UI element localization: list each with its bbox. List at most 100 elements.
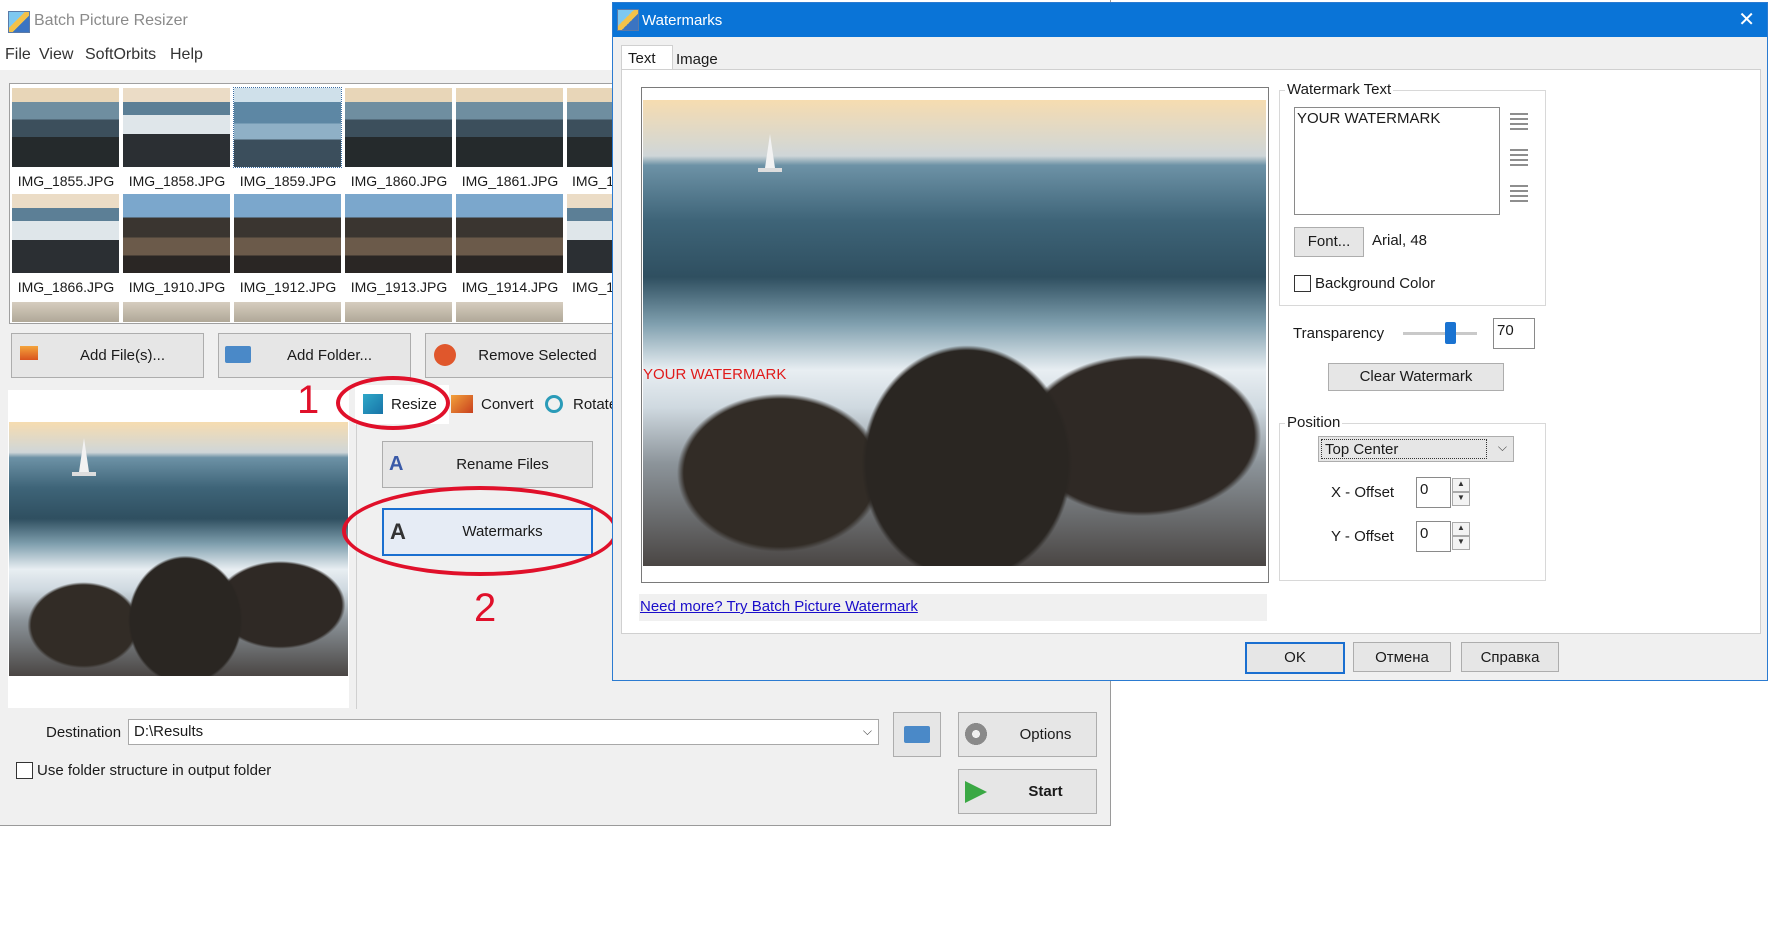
remove-selected-label: Remove Selected [478,347,597,364]
ok-button[interactable]: OK [1245,642,1345,674]
thumbnail-item[interactable]: IMG_1861.JPG [456,88,564,189]
options-label: Options [1019,726,1072,743]
x-offset-up-icon[interactable]: ▲ [1452,478,1470,492]
position-group-title: Position [1285,414,1343,431]
remove-icon [434,344,456,366]
remove-selected-button[interactable]: Remove Selected [425,333,614,378]
watermarks-button-highlight-ellipse [342,486,618,576]
thumbnail-label: IMG_1858.JPG [128,173,226,189]
options-button[interactable]: Options [958,712,1097,757]
dialog-title: Watermarks [642,12,723,29]
preview-image [9,422,348,676]
menu-help[interactable]: Help [170,46,203,64]
thumbnail-item[interactable]: IMG_1910.JPG [123,194,231,295]
thumbnail-item[interactable]: IMG_1866.JPG [12,194,120,295]
thumbnail-item[interactable]: IMG_1855.JPG [12,88,120,189]
y-offset-up-icon[interactable]: ▲ [1452,522,1470,536]
align-center-icon[interactable] [1510,149,1528,167]
thumbnail-label: IMG_1912.JPG [239,279,337,295]
chevron-down-icon[interactable]: ⌵ [1498,440,1507,455]
thumbnail-item[interactable]: IMG_1 [567,88,614,189]
thumbnail-label: IMG_1 [572,173,614,189]
thumbnail-label: IMG_1861.JPG [461,173,559,189]
thumbnail-row-partial [12,302,612,322]
preview-watermark-text[interactable]: YOUR WATERMARK [643,366,786,383]
transparency-label: Transparency [1293,325,1385,342]
y-offset-value: 0 [1420,525,1429,542]
resize-tab-highlight-ellipse [336,376,450,430]
thumbnail-item[interactable]: IMG_1860.JPG [345,88,453,189]
add-files-button[interactable]: Add File(s)... [11,333,204,378]
add-files-label: Add File(s)... [79,347,166,364]
thumbnail-label: IMG_1910.JPG [128,279,226,295]
background-color-label: Background Color [1315,275,1436,292]
transparency-input[interactable]: 70 [1493,318,1535,349]
cancel-label: Отмена [1375,649,1429,666]
watermark-text-input[interactable]: YOUR WATERMARK [1294,107,1500,215]
clear-watermark-button[interactable]: Clear Watermark [1328,363,1504,391]
align-left-icon[interactable] [1510,113,1528,131]
start-button[interactable]: Start [958,769,1097,814]
thumbnail-item[interactable]: IMG_1858.JPG [123,88,231,189]
rename-icon: A [389,453,404,475]
image-icon [20,346,38,360]
dialog-tab-text[interactable]: Text [621,45,673,72]
menu-softorbits[interactable]: SoftOrbits [85,46,156,64]
cancel-button[interactable]: Отмена [1353,642,1451,672]
browse-folder-button[interactable] [893,712,941,757]
thumbnail-label: IMG_1913.JPG [350,279,448,295]
transparency-slider[interactable] [1403,332,1477,335]
help-button[interactable]: Справка [1461,642,1559,672]
add-folder-button[interactable]: Add Folder... [218,333,411,378]
start-label: Start [1028,783,1063,800]
y-offset-down-icon[interactable]: ▼ [1452,536,1470,550]
folder-icon [225,346,251,363]
background-color-checkbox[interactable] [1294,275,1311,292]
thumbnail-label: IMG_1 [572,279,614,295]
destination-combobox[interactable]: D:\Results ⌵ [128,719,879,745]
use-folder-structure-checkbox[interactable] [16,762,33,779]
chevron-down-icon[interactable]: ⌵ [863,724,872,739]
convert-icon [451,395,473,413]
use-folder-structure-label: Use folder structure in output folder [37,762,272,779]
align-right-icon[interactable] [1510,185,1528,203]
thumbnail-grid[interactable]: IMG_1855.JPG IMG_1858.JPG IMG_1859.JPG I… [9,83,614,324]
menu-view[interactable]: View [39,46,73,64]
thumbnail-item-selected[interactable]: IMG_1859.JPG [233,87,342,189]
thumbnail-image [345,88,452,167]
transparency-slider-thumb[interactable] [1445,322,1456,344]
add-folder-label: Add Folder... [286,347,373,364]
font-button[interactable]: Font... [1294,227,1364,257]
tab-convert[interactable]: Convert [449,385,541,425]
thumbnail-image [567,88,613,167]
tab-rotate[interactable]: Rotate [543,385,618,425]
close-icon[interactable]: ✕ [1738,7,1755,32]
watermarks-dialog: Watermarks ✕ Text Image YOUR WATERMARK N… [612,2,1768,681]
thumbnail-item[interactable]: IMG_1 [567,194,614,295]
thumbnail-image [12,88,119,167]
y-offset-input[interactable]: 0 [1416,521,1451,552]
rename-files-button[interactable]: A Rename Files [382,441,593,488]
batch-picture-watermark-link[interactable]: Need more? Try Batch Picture Watermark [640,598,918,615]
link-bar: Need more? Try Batch Picture Watermark [639,594,1267,621]
step-2-annotation: 2 [474,586,497,630]
watermark-preview-frame: YOUR WATERMARK [641,87,1269,583]
thumbnail-item[interactable]: IMG_1914.JPG [456,194,564,295]
thumbnail-image [234,194,341,273]
font-value: Arial, 48 [1372,232,1428,249]
watermark-text-group-title: Watermark Text [1285,81,1394,98]
dialog-tab-text-label: Text [628,50,656,67]
thumbnail-item[interactable]: IMG_1912.JPG [234,194,342,295]
tab-rotate-label: Rotate [573,396,618,413]
thumbnail-image [12,194,119,273]
menu-file[interactable]: File [5,46,31,64]
thumbnail-label: IMG_1860.JPG [350,173,448,189]
x-offset-input[interactable]: 0 [1416,477,1451,508]
x-offset-down-icon[interactable]: ▼ [1452,492,1470,506]
position-select[interactable]: Top Center ⌵ [1318,436,1514,462]
thumbnail-item[interactable]: IMG_1913.JPG [345,194,453,295]
thumbnail-label: IMG_1859.JPG [239,173,337,189]
main-window-title: Batch Picture Resizer [34,12,188,29]
dialog-tab-image-label: Image [676,51,718,68]
destination-value: D:\Results [134,723,204,740]
